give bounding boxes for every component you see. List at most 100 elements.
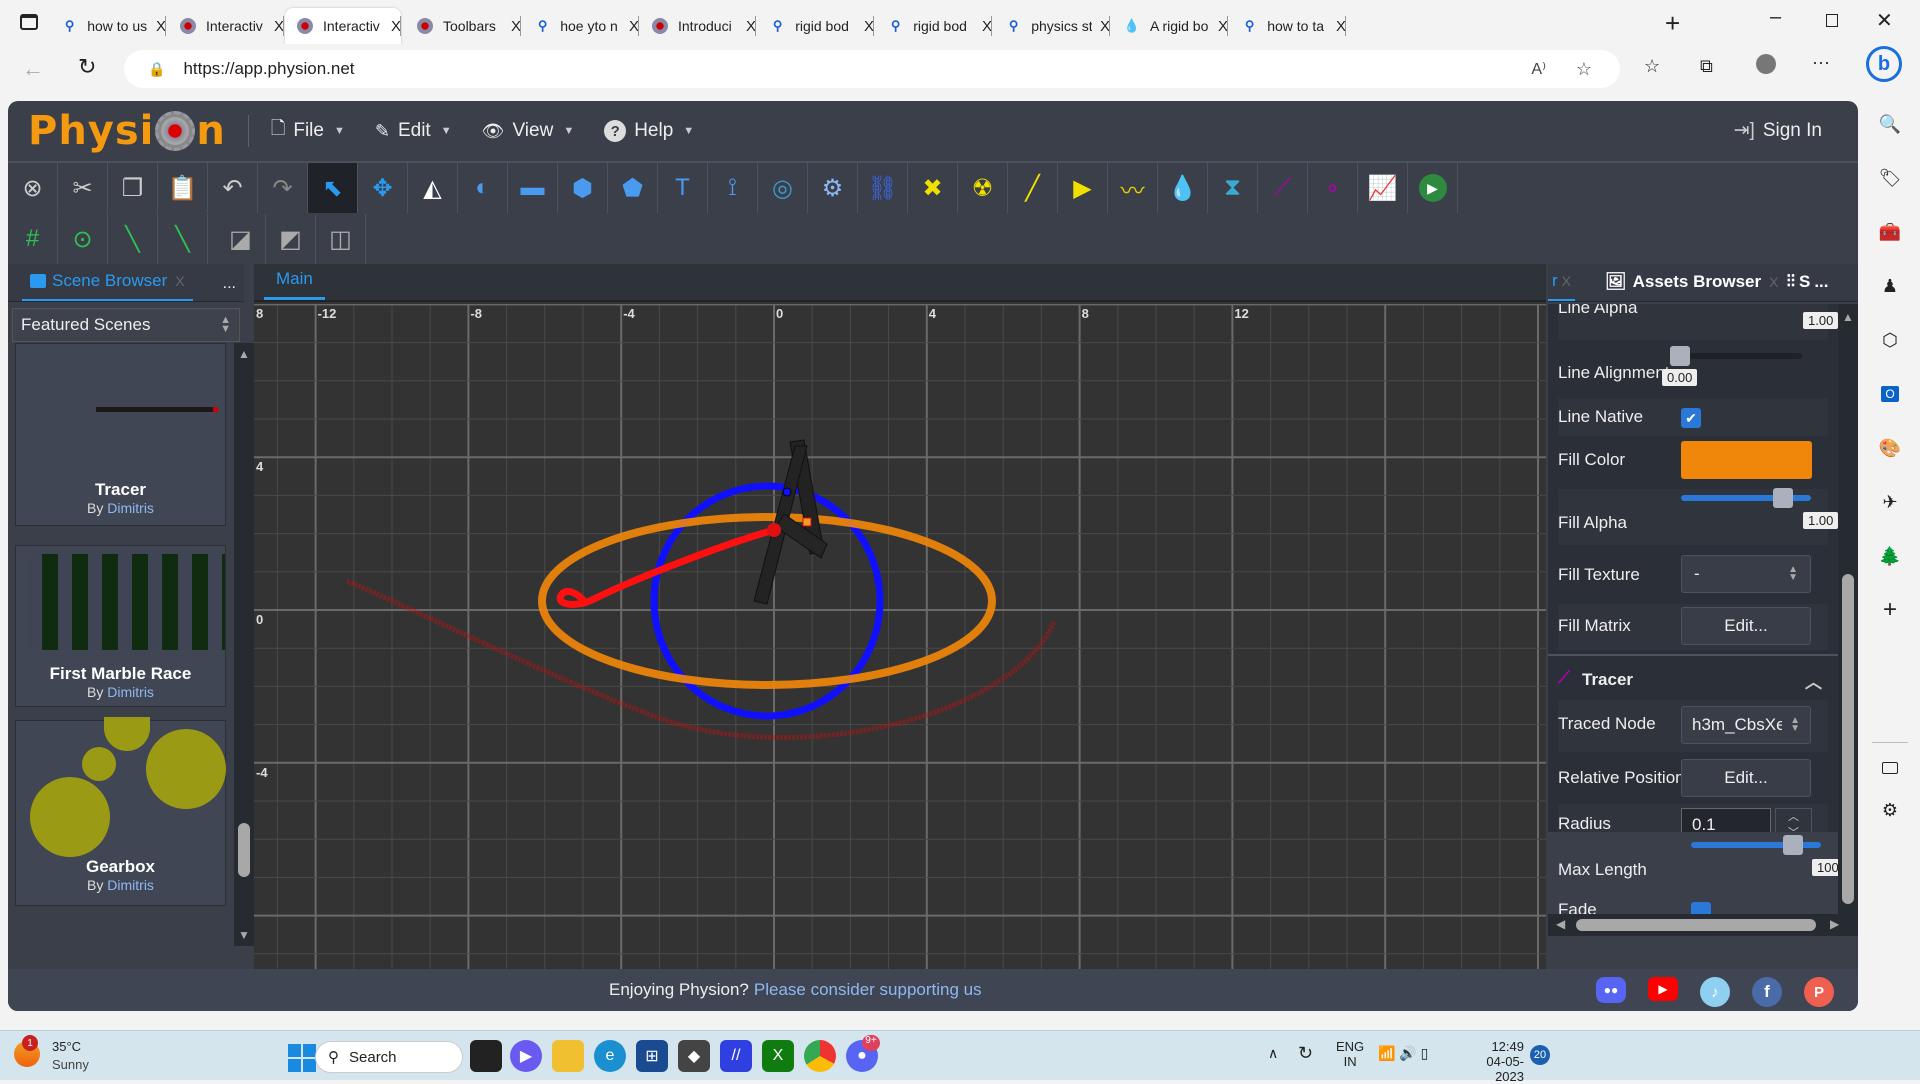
area-tool-button[interactable]: ⧗: [1208, 163, 1258, 213]
cut-tool-button[interactable]: ✂: [58, 163, 108, 213]
collections-icon[interactable]: ⧉: [1700, 56, 1713, 77]
grid-snap-tool-button[interactable]: #: [8, 214, 58, 264]
address-bar[interactable]: 🔒 https://app.physion.net A⁾ ☆: [124, 50, 1620, 88]
particles-tool-button[interactable]: ∘: [1308, 163, 1358, 213]
designer-icon[interactable]: 🎨: [1878, 436, 1902, 460]
scroll-left-arrow[interactable]: ◀: [1556, 917, 1565, 931]
center-snap-tool-button[interactable]: ⊙: [58, 214, 108, 264]
paste-tool-button[interactable]: 📋: [158, 163, 208, 213]
minimize-button[interactable]: –: [1770, 6, 1781, 29]
browser-tab[interactable]: ⚲ hoe yto n X: [523, 8, 639, 44]
graph-tool-button[interactable]: 📈: [1358, 163, 1408, 213]
fade-checkbox[interactable]: [1691, 902, 1711, 914]
scene-author-link[interactable]: Dimitris: [107, 684, 154, 700]
rope-tool-button[interactable]: ⛓: [858, 163, 908, 213]
tracer-section-header[interactable]: ⟋ Tracer ︿: [1558, 666, 1828, 696]
more-tabs-button[interactable]: ...: [1814, 272, 1828, 292]
text-tool-button[interactable]: T: [658, 163, 708, 213]
teams-icon[interactable]: ▶: [510, 1040, 542, 1072]
profile-icon[interactable]: [1756, 54, 1776, 74]
scene-card-first-marble-race[interactable]: First Marble Race By Dimitris: [15, 545, 226, 707]
pointer-joint-tool-button[interactable]: ▶: [1058, 163, 1108, 213]
tab-actions-icon[interactable]: [20, 14, 38, 30]
traced-node-select[interactable]: h3m_CbsXe ▲ ▼: [1681, 706, 1811, 744]
language-indicator[interactable]: ENG IN: [1336, 1039, 1364, 1069]
circle-tool-button[interactable]: ◐: [458, 163, 508, 213]
scroll-right-arrow[interactable]: ▶: [1830, 917, 1839, 931]
tab-main[interactable]: Main: [264, 269, 325, 300]
midpoint-snap-tool-button[interactable]: ╲: [158, 214, 208, 264]
read-aloud-icon[interactable]: A⁾: [1531, 59, 1546, 79]
line-native-checkbox[interactable]: ✔: [1681, 408, 1701, 428]
union-tool-button[interactable]: ◪: [216, 214, 266, 264]
more-icon[interactable]: ···: [1812, 52, 1830, 73]
line-alignment-slider[interactable]: [1672, 353, 1802, 359]
sidebar-panel-icon[interactable]: [1878, 756, 1902, 780]
notification-badge[interactable]: 20: [1530, 1045, 1550, 1065]
close-tab-icon[interactable]: X: [746, 18, 756, 35]
scene-category-select[interactable]: Featured Scenes ▲ ▼: [12, 308, 240, 342]
line-alignment-thumb[interactable]: [1670, 346, 1690, 366]
distance-joint-tool-button[interactable]: ╱: [1008, 163, 1058, 213]
close-tab-icon[interactable]: X: [1100, 18, 1110, 35]
spring-tool-button[interactable]: 〰: [1108, 163, 1158, 213]
play-tool-button[interactable]: ▶: [1408, 163, 1458, 213]
browser-tab[interactable]: ⚲ rigid bod X: [876, 8, 992, 44]
bing-icon[interactable]: b: [1866, 46, 1902, 82]
scrollbar-thumb[interactable]: [1842, 574, 1854, 904]
scene-card-tracer[interactable]: Tracer By Dimitris: [15, 343, 226, 526]
browser-tab[interactable]: ⚲ how to ta X: [1230, 8, 1346, 44]
spiral-tool-button[interactable]: ◎: [758, 163, 808, 213]
taskbar-search[interactable]: ⚲ Search: [315, 1041, 463, 1073]
scroll-up-arrow[interactable]: ▲: [1838, 310, 1858, 324]
new-tab-button[interactable]: +: [1665, 8, 1680, 39]
scene-list-scrollbar[interactable]: ▲ ▼: [234, 343, 254, 946]
close-icon[interactable]: X: [175, 273, 184, 289]
scrollbar-thumb[interactable]: [238, 823, 250, 877]
sync-icon[interactable]: ↻: [1298, 1043, 1313, 1064]
properties-hscrollbar[interactable]: ◀ ▶: [1548, 914, 1858, 936]
sign-in-button[interactable]: ⇥] Sign In: [1734, 119, 1822, 142]
more-tabs-button[interactable]: ...: [223, 275, 236, 301]
menu-edit[interactable]: ✎ Edit ▼: [375, 120, 452, 142]
browser-tab[interactable]: Toolbars X: [405, 8, 521, 44]
redo-tool-button[interactable]: ↷: [258, 163, 308, 213]
start-button[interactable]: [288, 1044, 316, 1072]
tab-settings[interactable]: ⫶⫶ S...: [1786, 263, 1828, 301]
refresh-button[interactable]: ↻: [78, 54, 96, 80]
fill-color-swatch[interactable]: [1681, 441, 1812, 479]
favorites-icon[interactable]: ☆: [1644, 56, 1660, 77]
add-icon[interactable]: +: [1878, 596, 1902, 623]
favorite-add-icon[interactable]: ☆: [1576, 59, 1592, 80]
tree-icon[interactable]: 🌲: [1878, 544, 1902, 568]
browser-tab[interactable]: ⚲ how to us X: [50, 8, 166, 44]
settings-icon[interactable]: ⚙: [1878, 798, 1902, 822]
selected-node-marker[interactable]: [802, 517, 812, 527]
polygon-tool-button[interactable]: ⬢: [558, 163, 608, 213]
send-icon[interactable]: ✈: [1878, 490, 1902, 514]
line-snap-tool-button[interactable]: ╲: [108, 214, 158, 264]
menu-view[interactable]: 👁 View ▼: [482, 120, 575, 142]
outlook-icon[interactable]: O: [1878, 382, 1902, 406]
youtube-icon[interactable]: ▶: [1648, 977, 1678, 1001]
browser-tab[interactable]: Interactiv X: [285, 8, 401, 44]
wifi-volume-battery-icons[interactable]: 📶 🔊 ▯: [1378, 1045, 1428, 1062]
close-tab-icon[interactable]: X: [391, 18, 401, 35]
close-tab-icon[interactable]: X: [629, 18, 639, 35]
patreon-icon[interactable]: P: [1804, 977, 1834, 1007]
edge-icon[interactable]: e: [594, 1040, 626, 1072]
close-window-button[interactable]: ✕: [1876, 8, 1893, 33]
mirror-tool-button[interactable]: ◭: [408, 163, 458, 213]
path-tool-button[interactable]: ⟟: [708, 163, 758, 213]
fill-matrix-edit-button[interactable]: Edit...: [1681, 607, 1811, 645]
move-tool-button[interactable]: ✥: [358, 163, 408, 213]
browser-tab[interactable]: Introduci X: [640, 8, 756, 44]
close-tab-icon[interactable]: X: [274, 18, 284, 35]
app-icon[interactable]: ◆: [678, 1040, 710, 1072]
tiktok-icon[interactable]: ♪: [1700, 977, 1730, 1007]
discord-icon[interactable]: ●●: [1596, 977, 1626, 1003]
browser-tab[interactable]: ⚲ physics st X: [994, 8, 1110, 44]
maximize-button[interactable]: [1826, 14, 1838, 27]
blue-node[interactable]: [782, 487, 792, 497]
menu-help[interactable]: ? Help ▼: [604, 120, 694, 142]
